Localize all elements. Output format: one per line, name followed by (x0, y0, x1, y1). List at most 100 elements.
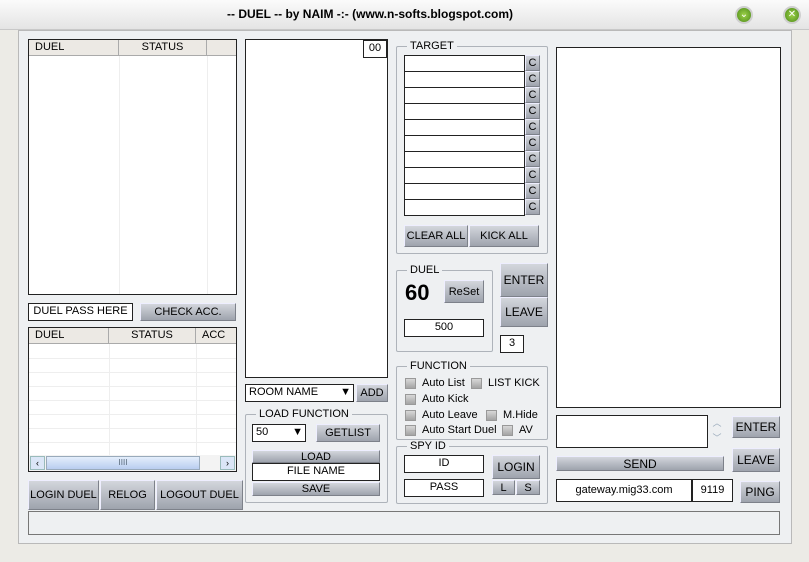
list-count-select[interactable]: 50 ▼ (252, 424, 306, 442)
send-button[interactable]: SEND (556, 456, 724, 471)
group-label: LOAD FUNCTION (256, 408, 352, 421)
window-title: -- DUEL -- by NAIM -:- (www.n-softs.blog… (227, 7, 513, 21)
duel-leave-button[interactable]: LEAVE (500, 297, 548, 327)
login-duel-button[interactable]: LOGIN DUEL (28, 480, 99, 510)
target-input[interactable] (404, 103, 525, 120)
column-header-extra[interactable] (207, 40, 236, 56)
spy-login-button[interactable]: LOGIN (492, 455, 540, 479)
save-button[interactable]: SAVE (252, 482, 380, 496)
av-checkbox[interactable]: AV (502, 424, 533, 436)
room-user-list[interactable]: 00 (245, 39, 388, 378)
minimize-button[interactable]: ⌄ (735, 6, 753, 24)
duel-count-input[interactable]: 3 (500, 335, 524, 353)
close-icon: ✕ (787, 9, 797, 20)
spin-arrows[interactable]: ︿ ﹀ (710, 416, 724, 447)
scroll-thumb[interactable]: IIII (46, 456, 200, 470)
checkbox-icon[interactable] (502, 424, 513, 436)
checkbox-label: AV (519, 424, 533, 436)
port-input[interactable]: 9119 (692, 479, 733, 502)
horizontal-scrollbar[interactable]: ‹ IIII › (29, 455, 236, 471)
chevron-down-icon[interactable]: ﹀ (710, 431, 724, 446)
duel-timer: 60 (405, 280, 430, 305)
auto-kick-checkbox[interactable]: Auto Kick (405, 393, 468, 405)
room-name-select[interactable]: ROOM NAME ▼ (245, 384, 354, 402)
account-list[interactable]: DUEL STATUS ACC ‹ IIII › (28, 327, 237, 472)
duel-pass-input[interactable]: DUEL PASS HERE (28, 303, 133, 321)
load-button[interactable]: LOAD (252, 450, 380, 463)
duel-amount-input[interactable]: 500 (404, 319, 484, 337)
reset-button[interactable]: ReSet (444, 280, 484, 303)
target-clear-button[interactable]: C (525, 183, 540, 199)
target-input[interactable] (404, 87, 525, 104)
target-input[interactable] (404, 183, 525, 200)
chevron-down-icon[interactable]: ▼ (340, 385, 351, 400)
auto-list-checkbox[interactable]: Auto List (405, 377, 465, 389)
check-acc-button[interactable]: CHECK ACC. (140, 303, 236, 321)
spy-s-button[interactable]: S (516, 480, 540, 495)
auto-start-duel-checkbox[interactable]: Auto Start Duel (405, 424, 497, 436)
duel-enter-button[interactable]: ENTER (500, 263, 548, 297)
chat-input[interactable] (556, 415, 708, 448)
target-clear-button[interactable]: C (525, 71, 540, 87)
close-button[interactable]: ✕ (783, 6, 801, 24)
column-header-duel[interactable]: DUEL (29, 40, 119, 56)
checkbox-icon[interactable] (405, 409, 416, 421)
column-header-status[interactable]: STATUS (109, 328, 196, 344)
logout-duel-button[interactable]: LOGOUT DUEL (156, 480, 243, 510)
target-clear-button[interactable]: C (525, 87, 540, 103)
group-label: TARGET (407, 40, 457, 53)
checkbox-icon[interactable] (405, 377, 416, 389)
target-input[interactable] (404, 199, 525, 216)
checkbox-label: Auto Start Duel (422, 424, 497, 436)
target-input[interactable] (404, 119, 525, 136)
column-header-status[interactable]: STATUS (119, 40, 207, 56)
list-kick-checkbox[interactable]: LIST KICK (471, 377, 540, 389)
checkbox-icon[interactable] (405, 424, 416, 436)
chevron-down-icon: ⌄ (739, 9, 749, 20)
target-input[interactable] (404, 167, 525, 184)
target-input[interactable] (404, 71, 525, 88)
status-bar (28, 511, 780, 535)
target-clear-button[interactable]: C (525, 151, 540, 167)
chat-output[interactable] (556, 47, 781, 408)
auto-leave-checkbox[interactable]: Auto Leave (405, 409, 478, 421)
m-hide-checkbox[interactable]: M.Hide (486, 409, 538, 421)
chat-enter-button[interactable]: ENTER (732, 416, 780, 438)
target-input[interactable] (404, 151, 525, 168)
checkbox-icon[interactable] (405, 393, 416, 405)
scroll-left-icon[interactable]: ‹ (30, 456, 45, 470)
target-clear-button[interactable]: C (525, 103, 540, 119)
checkbox-icon[interactable] (486, 409, 497, 421)
spy-id-input[interactable]: ID (404, 455, 484, 473)
checkbox-label: Auto List (422, 377, 465, 389)
target-clear-button[interactable]: C (525, 119, 540, 135)
ping-button[interactable]: PING (740, 481, 780, 503)
add-room-button[interactable]: ADD (356, 384, 388, 402)
group-label: SPY ID (407, 440, 449, 453)
chevron-up-icon[interactable]: ︿ (710, 416, 724, 431)
scroll-right-icon[interactable]: › (220, 456, 235, 470)
group-label: FUNCTION (407, 360, 470, 373)
checkbox-icon[interactable] (471, 377, 482, 389)
server-input[interactable]: gateway.mig33.com (556, 479, 692, 502)
column-header-acc[interactable]: ACC (196, 328, 236, 344)
relog-button[interactable]: RELOG (100, 480, 155, 510)
spy-l-button[interactable]: L (492, 480, 515, 495)
checkbox-label: M.Hide (503, 409, 538, 421)
kick-all-button[interactable]: KICK ALL (469, 225, 539, 247)
chat-leave-button[interactable]: LEAVE (732, 448, 780, 472)
getlist-button[interactable]: GETLIST (316, 424, 380, 442)
clear-all-button[interactable]: CLEAR ALL (404, 225, 468, 247)
file-name-input[interactable]: FILE NAME (252, 463, 380, 481)
spy-pass-input[interactable]: PASS (404, 479, 484, 497)
chevron-down-icon[interactable]: ▼ (292, 425, 303, 440)
target-input[interactable] (404, 55, 525, 72)
target-clear-button[interactable]: C (525, 199, 540, 215)
target-clear-button[interactable]: C (525, 167, 540, 183)
target-clear-button[interactable]: C (525, 135, 540, 151)
target-clear-button[interactable]: C (525, 55, 540, 71)
column-header-duel[interactable]: DUEL (29, 328, 109, 344)
group-label: DUEL (407, 264, 443, 277)
duel-list[interactable]: DUEL STATUS (28, 39, 237, 295)
target-input[interactable] (404, 135, 525, 152)
